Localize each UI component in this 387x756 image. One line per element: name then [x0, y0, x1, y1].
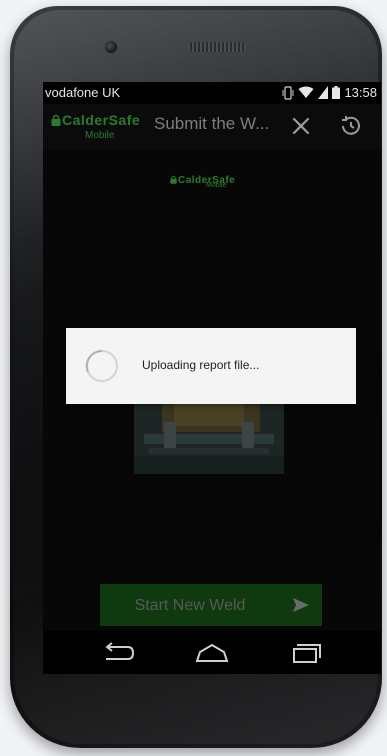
signal-icon — [318, 86, 329, 99]
status-bar: vodafone UK 13:58 — [43, 82, 381, 104]
clock: 13:58 — [344, 85, 377, 100]
lock-icon — [170, 175, 177, 184]
content-logo: CalderSafe Mobile — [170, 170, 280, 200]
app-logo-wordmark: CalderSafe — [51, 112, 140, 128]
content-logo-subtitle: Mobile — [206, 182, 227, 189]
start-new-weld-button[interactable]: Start New Weld — [100, 584, 322, 626]
action-bar: CalderSafe Mobile Submit the W... — [43, 104, 381, 150]
phone-screen: vodafone UK 13:58 CalderSafe Mobile Subm… — [43, 82, 381, 674]
weld-photo — [134, 392, 284, 474]
app-logo[interactable]: CalderSafe Mobile — [51, 112, 163, 148]
recent-apps-icon[interactable] — [285, 638, 325, 668]
carrier-name: vodafone UK — [45, 85, 121, 100]
page-title: Submit the W... — [154, 114, 270, 133]
dialog-message: Uploading report file... — [142, 358, 260, 372]
front-camera — [105, 41, 117, 53]
upload-progress-dialog: Uploading report file... — [66, 328, 356, 404]
system-nav-bar — [43, 631, 381, 674]
tools-icon[interactable] — [289, 114, 313, 138]
home-icon[interactable] — [192, 638, 232, 668]
loading-spinner-icon — [85, 349, 118, 382]
battery-icon — [332, 86, 341, 99]
start-new-weld-label: Start New Weld — [134, 597, 246, 614]
status-icons: 13:58 — [282, 85, 377, 100]
history-icon[interactable] — [339, 114, 363, 138]
back-icon[interactable] — [98, 638, 138, 668]
vibrate-icon — [282, 85, 294, 100]
weld-photo-graphic — [134, 392, 284, 474]
phone-frame: vodafone UK 13:58 CalderSafe Mobile Subm… — [10, 6, 382, 748]
wifi-icon — [298, 86, 314, 98]
earpiece-speaker — [188, 42, 246, 52]
app-logo-text: CalderSafe — [62, 112, 141, 128]
app-logo-subtitle: Mobile — [85, 130, 115, 141]
lock-icon — [51, 114, 61, 126]
send-icon — [293, 598, 309, 612]
